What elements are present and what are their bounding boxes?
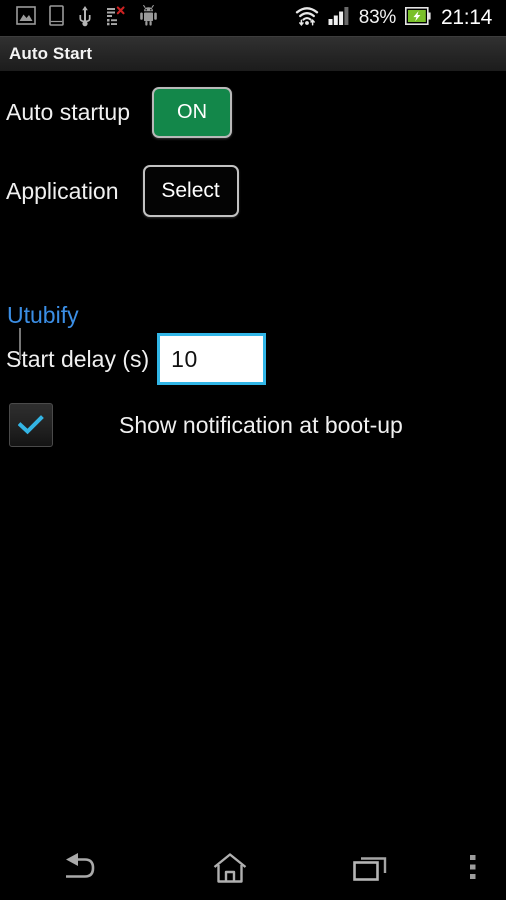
start-delay-label: Start delay (s) [6, 345, 150, 372]
auto-startup-label: Auto startup [6, 99, 131, 125]
android-icon [139, 4, 158, 31]
show-notification-checkbox[interactable] [9, 403, 53, 447]
recents-icon [352, 853, 388, 888]
application-row: Application Select [6, 165, 239, 217]
system-navigation-bar [0, 840, 506, 900]
application-select-button-label: Select [161, 179, 220, 202]
nav-home-button[interactable] [160, 840, 300, 900]
selected-application-link[interactable]: Utubify [7, 302, 79, 329]
application-select-button[interactable]: Select [142, 165, 239, 217]
start-delay-row: Start delay (s) 10 [6, 328, 267, 385]
back-icon [58, 851, 102, 890]
app-title-bar: Auto Start [0, 36, 506, 71]
device-icon [49, 5, 64, 31]
battery-percent-label: 83% [358, 7, 396, 28]
home-icon [212, 852, 248, 889]
clock-label: 21:14 [440, 6, 492, 29]
usb-icon [77, 5, 93, 32]
start-delay-value: 10 [171, 345, 198, 372]
auto-startup-toggle-value: ON [177, 101, 208, 123]
application-label: Application [6, 177, 119, 204]
nav-back-button[interactable] [0, 840, 160, 900]
settings-content: Auto startup ON Application Select Utubi… [0, 71, 506, 840]
sync-error-icon [106, 5, 126, 31]
checkmark-icon [18, 415, 44, 435]
show-notification-label: Show notification at boot-up [119, 411, 403, 438]
overflow-menu-icon [469, 853, 477, 888]
nav-recent-apps-button[interactable] [300, 840, 440, 900]
signal-icon [328, 6, 350, 31]
wifi-icon [295, 5, 319, 31]
status-bar-right-icons: 83% 21:14 [295, 5, 498, 31]
auto-startup-toggle-button[interactable]: ON [152, 87, 233, 138]
start-delay-input[interactable]: 10 [19, 328, 267, 385]
status-bar: 83% 21:14 [0, 0, 506, 36]
battery-charging-icon [404, 6, 431, 30]
screenshot-icon [16, 6, 36, 30]
auto-startup-row: Auto startup ON [6, 87, 233, 138]
nav-overflow-menu-button[interactable] [440, 840, 506, 900]
status-bar-left-icons [8, 4, 158, 32]
show-notification-row: Show notification at boot-up [9, 403, 403, 447]
text-cursor [19, 328, 21, 360]
page-title: Auto Start [9, 44, 93, 63]
